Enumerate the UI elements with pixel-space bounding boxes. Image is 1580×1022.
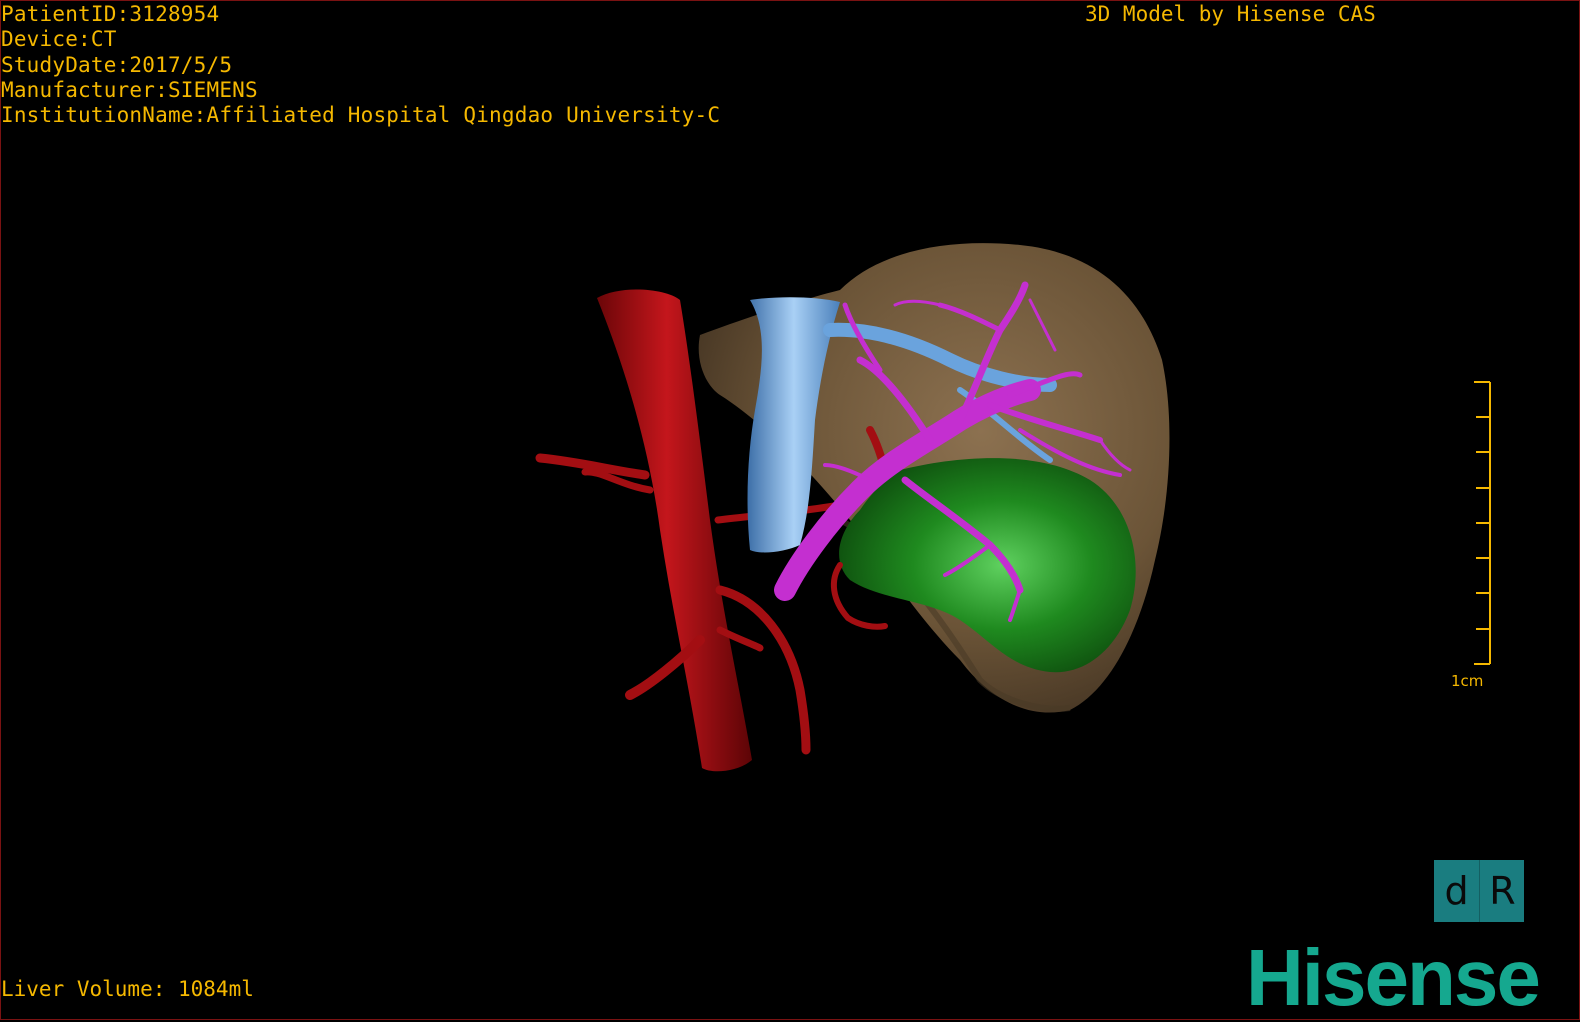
device-text: Device:CT <box>1 27 117 52</box>
orientation-face-right[interactable]: R <box>1479 860 1525 922</box>
orientation-cube[interactable]: d R <box>1434 860 1524 922</box>
orientation-face-left[interactable]: d <box>1434 860 1479 922</box>
liver-volume-text: Liver Volume: 1084ml <box>1 977 254 1001</box>
patient-id-text: PatientID:3128954 <box>1 2 220 26</box>
scale-label: 1cm <box>1451 672 1484 690</box>
tumor-model[interactable] <box>839 458 1136 673</box>
institution-text: InstitutionName:Affiliated Hospital Qing… <box>1 103 721 128</box>
model-credit-text: 3D Model by Hisense CAS <box>1085 2 1376 26</box>
scale-bar <box>1474 381 1491 665</box>
hisense-logo: Hisense <box>1246 933 1541 1022</box>
study-date-text: StudyDate:2017/5/5 <box>1 52 233 77</box>
manufacturer-text: Manufacturer:SIEMENS <box>1 77 258 102</box>
study-metadata: PatientID:3128954 Device:CT StudyDate:20… <box>1 2 720 128</box>
3d-model-viewport[interactable] <box>0 0 1580 1020</box>
